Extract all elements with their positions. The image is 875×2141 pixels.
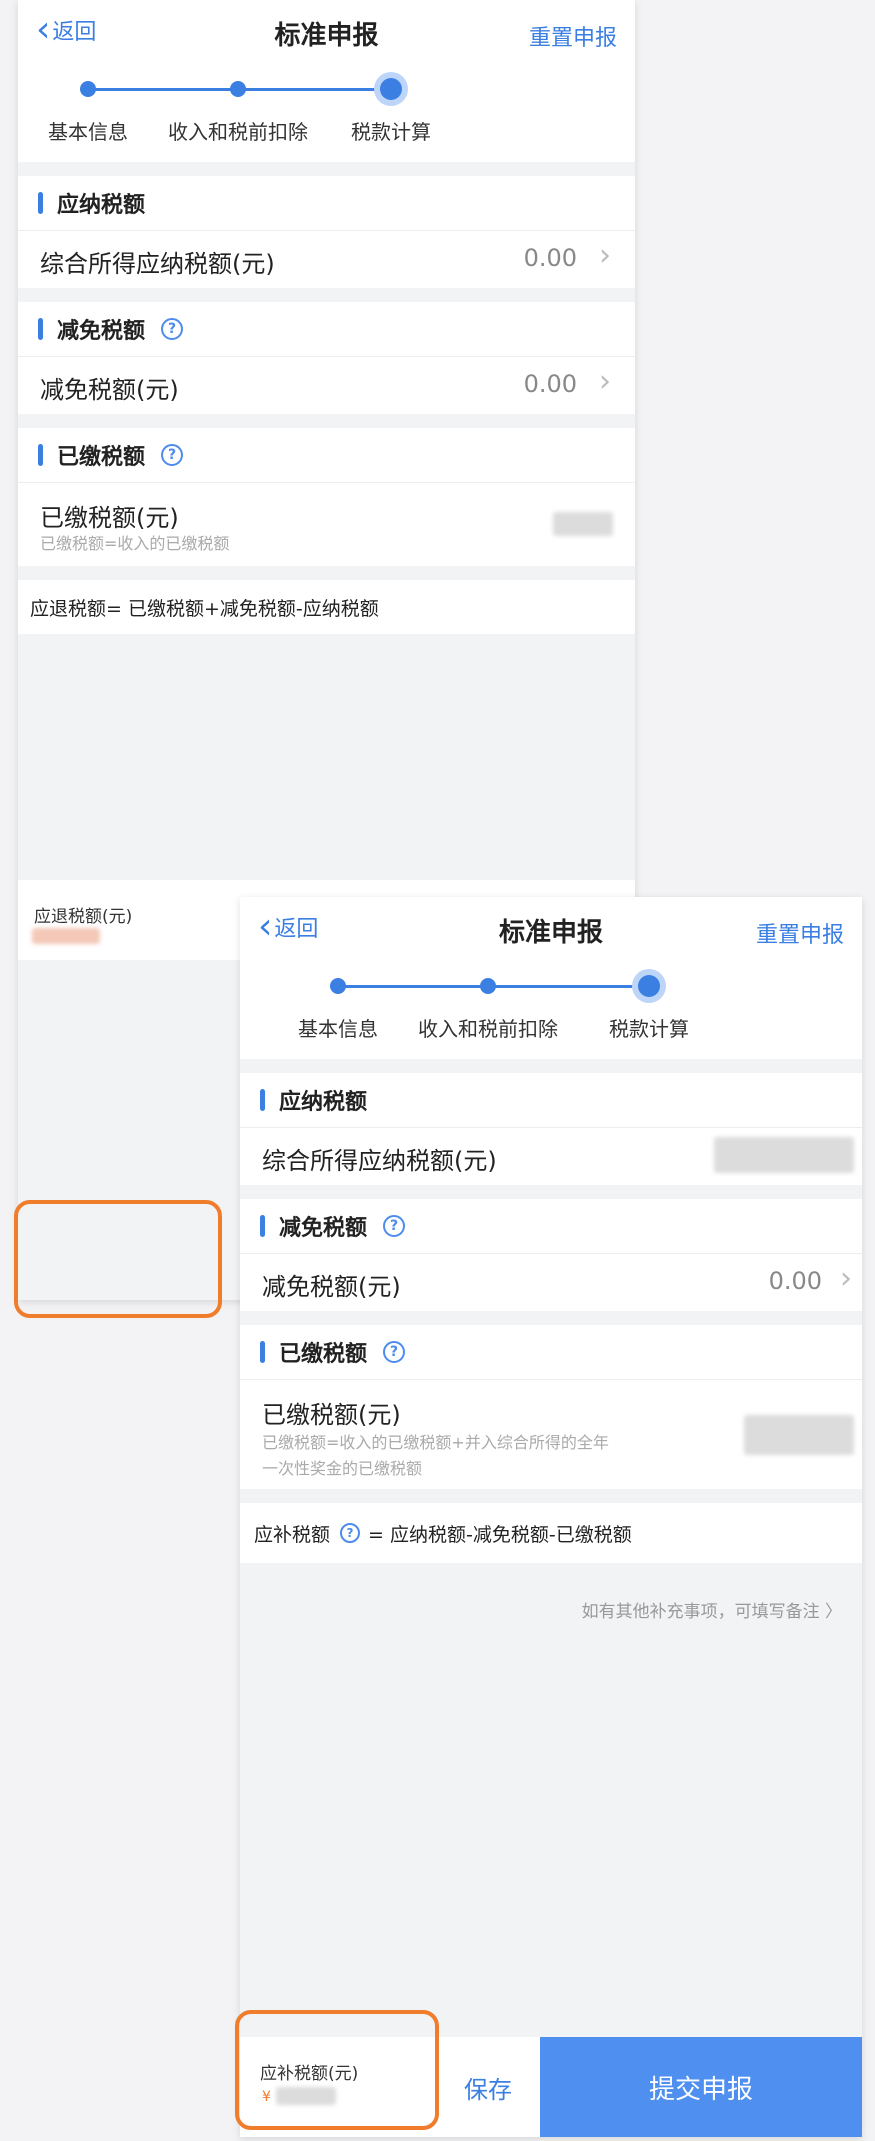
section-bar [260,1089,265,1111]
back-label: 返回 [274,917,319,942]
section-payable: 应纳税额 综合所得应纳税额(元) [240,1073,862,1185]
section-bar [260,1215,265,1237]
chevron-right-icon: › [599,238,611,273]
save-button[interactable]: 保存 [436,2037,540,2137]
chevron-right-icon: 〉 [825,1602,842,1622]
section-bar [260,1341,265,1363]
row-label: 综合所得应纳税额(元) [262,1147,497,1175]
step-label-1: 基本信息 [298,1017,378,1041]
remark-link[interactable]: 如有其他补充事项，可填写备注 〉 [582,1597,842,1622]
screen-supplement: ‹ 返回 标准申报 重置申报 基本信息 收入和税前扣除 税款计算 应纳税额 综合… [240,897,862,2137]
nav-bar: ‹ 返回 标准申报 重置申报 [18,0,635,66]
section-payable: 应纳税额 综合所得应纳税额(元) 0.00 › [18,176,635,288]
help-icon[interactable]: ? [161,444,184,466]
back-button[interactable]: ‹ 返回 [36,12,96,48]
step-dot-3-current [380,78,402,100]
formula-label: 应补税额 [254,1523,331,1546]
section-header: 已缴税额 ? [240,1325,862,1380]
back-button[interactable]: ‹ 返回 [258,909,318,945]
section-header: 应纳税额 [18,176,635,231]
step-dot-2 [480,978,496,994]
row-reduce-amount[interactable]: 减免税额(元) 0.00 › [240,1253,862,1311]
section-title: 已缴税额 [57,445,146,470]
section-title: 减免税额 [57,319,146,344]
remark-text: 如有其他补充事项，可填写备注 [581,1602,820,1622]
row-value: 0.00 [768,1267,822,1295]
formula-row: 应退税额= 已缴税额+减免税额-应纳税额 [18,580,635,634]
submit-button[interactable]: 提交申报 [540,2037,862,2137]
step-dot-2 [230,81,246,97]
step-indicator: 基本信息 收入和税前扣除 税款计算 [240,963,862,1059]
help-icon[interactable]: ? [340,1523,361,1543]
section-title: 减免税额 [279,1216,368,1241]
section-header: 应纳税额 [240,1073,862,1128]
redacted-value [744,1415,854,1455]
section-paid: 已缴税额 ? 已缴税额(元) 已缴税额=收入的已缴税额 [18,428,635,566]
step-label-3: 税款计算 [351,120,431,144]
section-header: 已缴税额 ? [18,428,635,483]
row-payable-amount[interactable]: 综合所得应纳税额(元) [240,1127,862,1185]
step-label-2: 收入和税前扣除 [168,120,308,144]
row-sub-text-1: 已缴税额=收入的已缴税额+并入综合所得的全年 [262,1433,609,1452]
section-paid: 已缴税额 ? 已缴税额(元) 已缴税额=收入的已缴税额+并入综合所得的全年 一次… [240,1325,862,1489]
section-title: 应纳税额 [57,193,146,218]
step-dot-1 [330,978,346,994]
row-label: 减免税额(元) [262,1273,401,1301]
step-label-3: 税款计算 [609,1017,689,1041]
row-value: 0.00 [523,244,577,272]
reset-button[interactable]: 重置申报 [529,20,617,52]
reset-button[interactable]: 重置申报 [756,917,844,949]
row-sub-text: 已缴税额=收入的已缴税额 [40,534,230,553]
row-paid-amount: 已缴税额(元) 已缴税额=收入的已缴税额+并入综合所得的全年 一次性奖金的已缴税… [240,1379,862,1489]
highlight-refund-box [14,1200,222,1318]
section-title: 已缴税额 [279,1342,368,1367]
row-paid-amount: 已缴税额(元) 已缴税额=收入的已缴税额 [18,482,635,566]
step-indicator: 基本信息 收入和税前扣除 税款计算 [18,66,635,162]
redacted-refund-value [32,928,100,944]
step-label-2: 收入和税前扣除 [418,1017,558,1041]
redacted-value [553,512,613,536]
chevron-right-icon: › [599,364,611,399]
section-header: 减免税额 ? [18,302,635,357]
section-reduce: 减免税额 ? 减免税额(元) 0.00 › [240,1199,862,1311]
row-label: 已缴税额(元) [262,1401,401,1429]
formula-text: 应退税额= 已缴税额+减免税额-应纳税额 [30,597,379,620]
section-title: 应纳税额 [279,1090,368,1115]
step-label-1: 基本信息 [48,120,128,144]
row-value: 0.00 [523,370,577,398]
chevron-right-icon: › [840,1261,852,1296]
nav-bar: ‹ 返回 标准申报 重置申报 [240,897,862,963]
highlight-supplement-box [235,2010,439,2130]
section-reduce: 减免税额 ? 减免税额(元) 0.00 › [18,302,635,414]
step-dot-1 [80,81,96,97]
back-label: 返回 [52,20,97,45]
section-bar [38,444,43,466]
help-icon[interactable]: ? [161,318,184,340]
refund-label: 应退税额(元) [34,907,133,927]
section-bar [38,318,43,340]
formula-row: 应补税额 ? = 应纳税额-减免税额-已缴税额 [240,1503,862,1563]
step-dot-3-current [638,975,660,997]
section-bar [38,192,43,214]
chevron-left-icon: ‹ [36,9,51,50]
redacted-value [714,1137,854,1173]
row-label: 综合所得应纳税额(元) [40,250,275,278]
row-label: 减免税额(元) [40,376,179,404]
row-sub-text-2: 一次性奖金的已缴税额 [262,1459,423,1478]
help-icon[interactable]: ? [383,1215,406,1237]
row-label: 已缴税额(元) [40,504,179,532]
formula-text: = 应纳税额-减免税额-已缴税额 [368,1523,632,1546]
chevron-left-icon: ‹ [258,906,273,947]
help-icon[interactable]: ? [383,1341,406,1363]
row-payable-amount[interactable]: 综合所得应纳税额(元) 0.00 › [18,230,635,288]
row-reduce-amount[interactable]: 减免税额(元) 0.00 › [18,356,635,414]
section-header: 减免税额 ? [240,1199,862,1254]
